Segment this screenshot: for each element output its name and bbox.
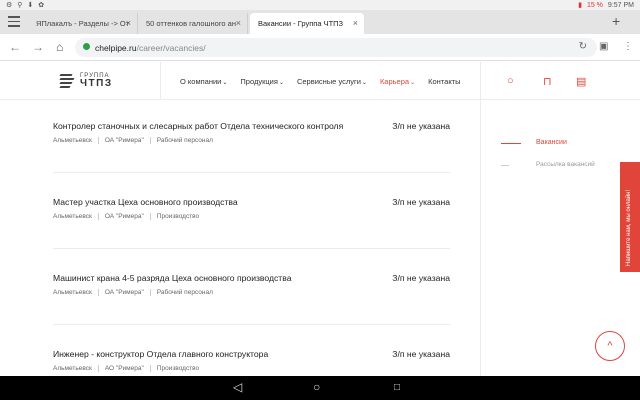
nav-item-services[interactable]: Сервисные услуги⌄ [297, 77, 367, 86]
battery-level: 15 % [586, 1, 603, 9]
home-icon[interactable]: ⌂ [56, 40, 63, 54]
scroll-to-top-button[interactable]: ^ [595, 331, 625, 361]
back-triangle-icon[interactable]: ◁ [233, 380, 242, 394]
online-chat-tab[interactable]: Напишите нам, мы онлайн! [620, 162, 640, 272]
nav-label: Продукция [240, 77, 278, 86]
vacancy-title[interactable]: Машинист крана 4-5 разряда Цеха основног… [53, 273, 450, 283]
document-icon[interactable]: ▤ [576, 75, 586, 88]
inactive-indicator [501, 165, 509, 166]
vacancy-city: Альметьевск [53, 213, 99, 220]
logo-mark [58, 72, 76, 88]
browser-tab-strip: ЯПлакалъ - Разделы -> От × 50 оттенков г… [0, 10, 640, 34]
vacancy-city: Альметьевск [53, 289, 99, 296]
nav-label: Карьера [379, 77, 410, 86]
android-status-bar: ⚙ ⚲ ⬇ ✿ ▮ 15 % 9:57 PM [0, 0, 640, 10]
chevron-down-icon: ⌄ [410, 80, 416, 86]
vacancy-item[interactable]: Контролер станочных и слесарных работ От… [53, 121, 450, 144]
vacancy-title[interactable]: Контролер станочных и слесарных работ От… [53, 121, 450, 131]
paw-icon: ✿ [38, 2, 45, 9]
site-header: ГРУППА ЧТПЗ О компании⌄ Продукция⌄ Серви… [0, 62, 640, 100]
vacancy-category: Рабочий персонал [156, 137, 213, 144]
nav-item-contacts[interactable]: Контакты [428, 77, 460, 86]
vacancy-salary: З/п не указана [392, 349, 450, 359]
android-navigation-bar: ◁ ○ □ [0, 376, 640, 400]
browser-toolbar: ← → ⌂ chelpipe.ru/career/vacancies/ ↻ ▣ … [0, 34, 640, 61]
close-tab-icon[interactable]: × [126, 18, 131, 28]
url-host: chelpipe.ru [95, 43, 137, 53]
search-icon[interactable]: ○ [507, 75, 514, 87]
address-bar[interactable]: chelpipe.ru/career/vacancies/ ↻ [75, 38, 597, 57]
vacancy-salary: З/п не указана [392, 121, 450, 131]
home-circle-icon[interactable]: ○ [313, 380, 320, 394]
nav-item-career[interactable]: Карьера⌄ [380, 77, 415, 86]
nav-label: О компании [180, 77, 222, 86]
vacancy-salary: З/п не указана [392, 273, 450, 283]
nav-label: Контакты [428, 77, 461, 86]
battery-icon: ▮ [578, 2, 582, 9]
vacancy-item[interactable]: Инженер - конструктор Отдела главного ко… [53, 349, 450, 372]
active-indicator [501, 143, 521, 144]
main-navigation: О компании⌄ Продукция⌄ Сервисные услуги⌄… [180, 77, 461, 86]
vacancy-company: ОА "Римера" [105, 289, 151, 296]
clock: 9:57 PM [607, 1, 634, 9]
forward-arrow-icon[interactable]: → [32, 40, 44, 54]
back-arrow-icon[interactable]: ← [9, 40, 21, 54]
reload-icon[interactable]: ↻ [579, 41, 587, 52]
vacancy-city: Альметьевск [53, 137, 99, 144]
vacancy-category: Производство [156, 365, 200, 372]
vacancy-item[interactable]: Машинист крана 4-5 разряда Цеха основног… [53, 273, 450, 296]
vacancy-category: Рабочий персонал [156, 289, 213, 296]
chevron-down-icon: ⌄ [278, 80, 284, 86]
reader-mode-icon[interactable]: ▣ [599, 41, 608, 52]
divider [53, 324, 450, 325]
overflow-menu-icon[interactable]: ⋮ [623, 41, 633, 52]
vacancy-company: АО "Римера" [105, 365, 151, 372]
new-tab-button[interactable]: + [612, 13, 620, 29]
recents-square-icon[interactable]: □ [394, 382, 400, 393]
browser-tab-2[interactable]: 50 оттенков галошного ан × [138, 13, 248, 34]
chat-tab-label: Напишите нам, мы онлайн! [626, 189, 632, 266]
vacancy-title[interactable]: Инженер - конструктор Отдела главного ко… [53, 349, 450, 359]
tab-title: 50 оттенков галошного ан [146, 19, 236, 28]
logo-name: ЧТПЗ [80, 78, 113, 89]
shopping-bag-icon[interactable]: ⊓ [543, 75, 552, 88]
sidebar-item-vacancy-mailing[interactable]: Рассылка вакансий [536, 161, 595, 168]
vacancy-title[interactable]: Мастер участка Цеха основного производст… [53, 197, 450, 207]
chevron-down-icon: ⌄ [361, 80, 367, 86]
divider [53, 172, 450, 173]
nav-item-products[interactable]: Продукция⌄ [240, 77, 284, 86]
vacancy-list: Контролер станочных и слесарных работ От… [0, 100, 480, 376]
tab-menu-icon[interactable] [8, 16, 20, 28]
download-icon: ⬇ [27, 2, 34, 9]
nav-label: Сервисные услуги [296, 77, 361, 86]
chevron-down-icon: ⌄ [222, 80, 228, 86]
vacancy-company: ОА "Римера" [105, 213, 151, 220]
vacancy-city: Альметьевск [53, 365, 99, 372]
vacancy-item[interactable]: Мастер участка Цеха основного производст… [53, 197, 450, 220]
nav-item-about[interactable]: О компании⌄ [180, 77, 227, 86]
url-path: /career/vacancies/ [136, 43, 206, 53]
vacancy-category: Производство [156, 213, 200, 220]
close-tab-icon[interactable]: × [353, 18, 358, 28]
company-logo[interactable]: ГРУППА ЧТПЗ [58, 72, 113, 89]
vacancy-company: ОА "Римера" [105, 137, 151, 144]
browser-tab-1[interactable]: ЯПлакалъ - Разделы -> От × [28, 13, 138, 34]
usb-icon: ⚲ [17, 2, 23, 9]
secure-lock-icon [83, 43, 90, 50]
tab-title: ЯПлакалъ - Разделы -> От [36, 19, 130, 28]
tab-title: Вакансии - Группа ЧТПЗ [258, 19, 344, 28]
settings-icon: ⚙ [6, 2, 13, 9]
browser-tab-active[interactable]: Вакансии - Группа ЧТПЗ × [250, 13, 364, 34]
sidebar-item-vacancies[interactable]: Вакансии [536, 139, 567, 146]
divider [53, 248, 450, 249]
close-tab-icon[interactable]: × [236, 18, 241, 28]
vacancy-salary: З/п не указана [392, 197, 450, 207]
